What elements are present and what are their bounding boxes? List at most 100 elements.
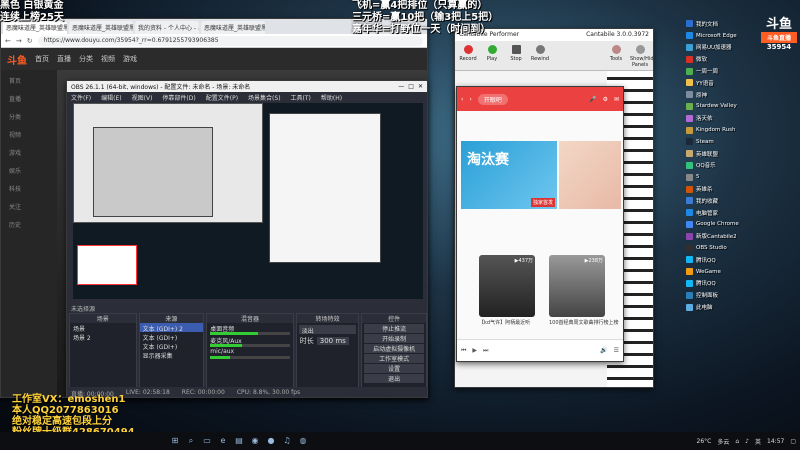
menu-item[interactable]: 工具(T) <box>291 93 311 102</box>
back-icon[interactable]: ← <box>5 37 11 45</box>
banner-image[interactable]: 淘汰赛 独家首发 <box>461 141 557 209</box>
scene-item[interactable]: 场景 2 <box>70 332 136 342</box>
desktop-icon[interactable]: 控制面板 <box>686 289 758 301</box>
banner-image-side[interactable] <box>559 141 621 209</box>
menu-item[interactable]: 配置文件(P) <box>206 93 238 102</box>
play-button[interactable]: Play <box>482 44 502 67</box>
desktop-icon[interactable]: 微软 <box>686 53 758 65</box>
menu-item[interactable]: 视图(V) <box>132 93 153 102</box>
desktop-icon[interactable]: YY语音 <box>686 77 758 89</box>
desktop-icon[interactable]: 原神 <box>686 89 758 101</box>
qq-icon[interactable]: ◍ <box>298 436 308 446</box>
desktop-icon[interactable]: 英雄联盟 <box>686 148 758 160</box>
url-input[interactable]: https://www.douyu.com/35954?_rr=0.679125… <box>37 35 423 46</box>
desktop-icon[interactable]: 网易UU加速器 <box>686 42 758 54</box>
edge-icon[interactable]: e <box>218 436 228 446</box>
forward-icon[interactable]: → <box>16 37 22 45</box>
desktop-icon[interactable]: 5 <box>686 171 758 183</box>
start-recording-button[interactable]: 开始录制 <box>364 334 424 343</box>
mail-icon[interactable]: ✉ <box>614 96 619 103</box>
desktop-icon[interactable]: 洛天依 <box>686 112 758 124</box>
refresh-icon[interactable]: ↻ <box>27 37 33 45</box>
duration-input[interactable]: 300 ms <box>316 337 349 345</box>
next-icon[interactable]: ⏭ <box>483 347 488 355</box>
sidebar-item[interactable]: 游戏 <box>1 142 57 160</box>
obs-preview[interactable] <box>73 103 423 299</box>
sidebar-item[interactable]: 直播 <box>1 88 57 106</box>
sidebar-item[interactable]: 历史 <box>1 214 57 232</box>
desktop-icon[interactable]: 我的收藏 <box>686 195 758 207</box>
browser-tab[interactable]: 恶魔味道厘_英雄联盟黑_斗鱼 <box>201 21 265 34</box>
studio-mode-button[interactable]: 工作室模式 <box>364 354 424 363</box>
playlist-title[interactable]: 100首经典周文歌曲排行榜上榜 <box>549 319 619 326</box>
desktop-icon[interactable]: 电脑管家 <box>686 207 758 219</box>
explorer-icon[interactable]: ▤ <box>234 436 244 446</box>
browser-tab[interactable]: 恶魔味道厘_英雄联盟黑_斗鱼 <box>69 21 133 34</box>
desktop-icon[interactable]: 我的文档 <box>686 18 758 30</box>
nav-item[interactable]: 视频 <box>101 54 115 64</box>
desktop-icon[interactable]: 腾讯QQ <box>686 254 758 266</box>
panels-button[interactable]: Show/Hide Panels <box>630 44 653 68</box>
source-item[interactable]: 显示器采集 <box>140 350 204 360</box>
weather-temp[interactable]: 26°C <box>697 438 712 445</box>
desktop-icon[interactable]: 此电脑 <box>686 301 758 313</box>
desktop-icon[interactable]: WeGame <box>686 266 758 278</box>
sidebar-item[interactable]: 科技 <box>1 178 57 196</box>
rewind-button[interactable]: Rewind <box>530 44 550 67</box>
douyu-logo[interactable]: 斗鱼 <box>7 52 27 67</box>
sidebar-item[interactable]: 分类 <box>1 106 57 124</box>
scene-item[interactable]: 场景 <box>70 323 136 333</box>
virtual-camera-button[interactable]: 启动虚拟摄像机 <box>364 344 424 353</box>
nav-item[interactable]: 分类 <box>79 54 93 64</box>
clock[interactable]: 14:57 <box>767 438 784 445</box>
desktop-icon[interactable]: 英雄杀 <box>686 183 758 195</box>
music-search-input[interactable]: 开眼吧 <box>477 93 508 105</box>
source-item[interactable]: 文本 (GDI+) 2 <box>139 323 204 333</box>
sidebar-item[interactable]: 视频 <box>1 124 57 142</box>
chrome-icon[interactable]: ◉ <box>250 436 260 446</box>
source-item[interactable]: 文本 (GDI+) <box>140 332 204 342</box>
nav-item[interactable]: 首页 <box>35 54 49 64</box>
forward-icon[interactable]: › <box>469 96 471 103</box>
close-icon[interactable]: ✕ <box>418 83 423 90</box>
notification-icon[interactable]: ▢ <box>790 438 796 445</box>
minimize-icon[interactable]: — <box>398 83 404 90</box>
menu-item[interactable]: 文件(F) <box>71 93 91 102</box>
desktop-icon[interactable]: Steam <box>686 136 758 148</box>
search-icon[interactable]: ⌕ <box>186 436 196 446</box>
tools-button[interactable]: Tools <box>606 44 626 67</box>
nav-item[interactable]: 直播 <box>57 54 71 64</box>
back-icon[interactable]: ‹ <box>461 96 463 103</box>
settings-icon[interactable]: ⚙ <box>603 96 608 103</box>
ime-indicator[interactable]: 英 <box>755 437 761 446</box>
play-icon[interactable]: ▶ <box>472 347 477 354</box>
source-item[interactable]: 文本 (GDI+) <box>140 341 204 351</box>
exit-button[interactable]: 退出 <box>364 374 424 383</box>
desktop-icon[interactable]: Microsoft Edge <box>686 30 758 42</box>
volume-icon[interactable]: ♪ <box>745 438 749 445</box>
playlist-title[interactable]: 【kd气许】阿柄最近听 <box>479 319 539 326</box>
menu-item[interactable]: 帮助(H) <box>321 93 342 102</box>
browser-tab[interactable]: 我的资料 - 个人中心 - 斗鱼 <box>135 21 199 34</box>
network-icon[interactable]: ⌂ <box>735 438 739 445</box>
transition-select[interactable]: 淡出 <box>298 325 357 335</box>
desktop-icon[interactable]: QQ音乐 <box>686 160 758 172</box>
mic-icon[interactable]: 🎤 <box>589 96 596 103</box>
record-button[interactable]: Record <box>458 44 478 67</box>
sidebar-item[interactable]: 首页 <box>1 70 57 88</box>
weather-desc[interactable]: 多云 <box>717 437 729 446</box>
windows-start-icon[interactable]: ⊞ <box>170 436 180 446</box>
desktop-icon[interactable]: Kingdom Rush <box>686 124 758 136</box>
obs-icon[interactable]: ● <box>266 436 276 446</box>
volume-icon[interactable]: 🔊 <box>600 347 607 354</box>
desktop-icon[interactable]: OBS Studio <box>686 242 758 254</box>
sidebar-item[interactable]: 关注 <box>1 196 57 214</box>
volume-meter[interactable] <box>210 356 290 359</box>
sidebar-item[interactable]: 娱乐 <box>1 160 57 178</box>
desktop-icon[interactable]: 一周一周 <box>686 65 758 77</box>
playlist-card[interactable]: ▶437万 <box>479 255 535 317</box>
task-view-icon[interactable]: ▭ <box>202 436 212 446</box>
stop-stream-button[interactable]: 停止推流 <box>364 324 424 333</box>
menu-item[interactable]: 场景集合(S) <box>248 93 281 102</box>
nav-item[interactable]: 游戏 <box>123 54 137 64</box>
